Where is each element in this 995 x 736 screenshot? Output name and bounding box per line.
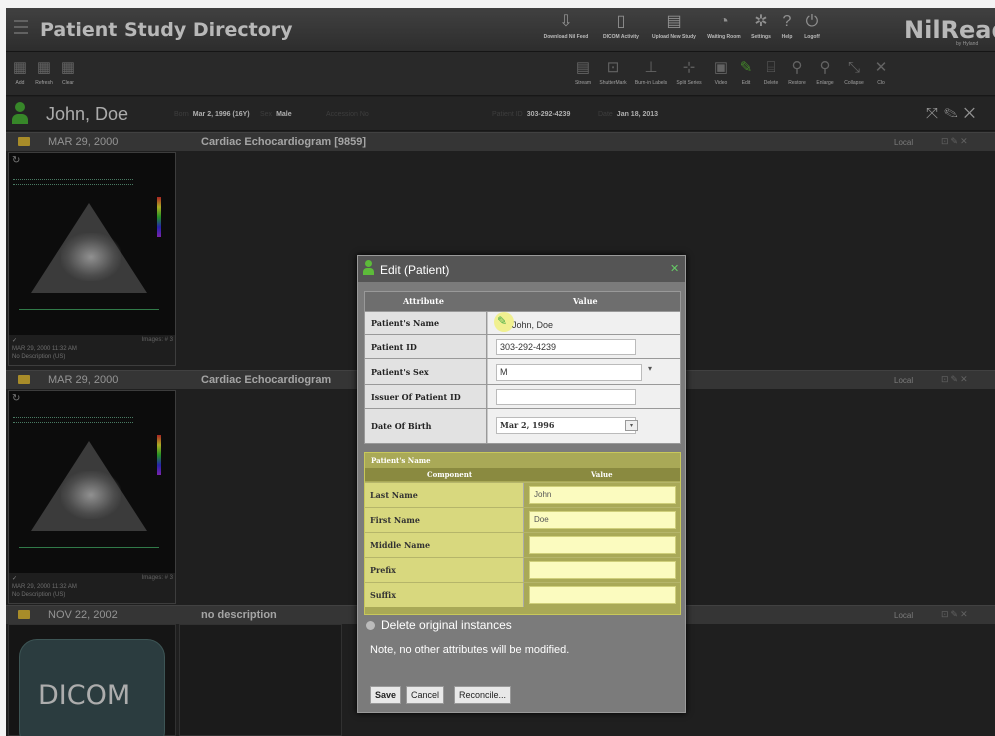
- calendar-dropdown-icon[interactable]: ▾: [625, 420, 638, 431]
- patient-icon: [363, 260, 374, 276]
- attribute-label: Patient's Name: [365, 312, 487, 334]
- attribute-label: Date Of Birth: [365, 409, 487, 443]
- table-row: First Name Doe: [365, 507, 680, 532]
- pencil-icon[interactable]: ✎: [497, 314, 507, 328]
- attribute-table: Attribute Value Patient's Name ✎ John, D…: [364, 291, 681, 444]
- table-row: Patient ID 303-292-4239: [365, 334, 680, 358]
- attribute-label: Patient's Sex: [365, 359, 487, 384]
- table-row: Date Of Birth Mar 2, 1996 ▾: [365, 408, 680, 443]
- cancel-button[interactable]: Cancel: [406, 686, 445, 704]
- delete-original-checkbox[interactable]: [366, 621, 375, 630]
- name-panel-header: Component Value: [365, 468, 680, 481]
- attribute-label: Issuer Of Patient ID: [365, 385, 487, 408]
- table-row: Issuer Of Patient ID: [365, 384, 680, 408]
- app-window: Patient Study Directory ⇩ Download Nil Fe…: [6, 8, 995, 736]
- patient-id-input[interactable]: 303-292-4239: [496, 339, 636, 355]
- suffix-input[interactable]: [529, 586, 676, 604]
- table-row: Prefix: [365, 557, 680, 582]
- attribute-label: Patient ID: [365, 335, 487, 358]
- table-row: Last Name John: [365, 482, 680, 507]
- middle-name-input[interactable]: [529, 536, 676, 554]
- last-name-input[interactable]: John: [529, 486, 676, 504]
- reconcile-button[interactable]: Reconcile...: [454, 686, 512, 704]
- dialog-note: Note, no other attributes will be modifi…: [370, 644, 570, 656]
- edit-patient-dialog: Edit (Patient) ✕ Attribute Value Patient…: [357, 255, 686, 713]
- patient-name-value: John, Doe: [512, 320, 554, 330]
- table-row: Patient's Name ✎ John, Doe: [365, 311, 680, 334]
- dropdown-arrow-icon[interactable]: ▾: [648, 364, 652, 373]
- save-button[interactable]: Save: [370, 686, 402, 704]
- attribute-table-header: Attribute Value: [365, 292, 680, 311]
- dialog-title-bar[interactable]: Edit (Patient) ✕: [358, 256, 685, 282]
- patient-name-panel: Patient's Name Component Value Last Name…: [364, 452, 681, 615]
- table-row: Middle Name: [365, 532, 680, 557]
- first-name-input[interactable]: Doe: [529, 511, 676, 529]
- date-of-birth-picker[interactable]: Mar 2, 1996 ▾: [496, 417, 638, 434]
- name-panel-title: Patient's Name: [371, 456, 431, 465]
- table-row: Suffix: [365, 582, 680, 607]
- dialog-title: Edit (Patient): [380, 263, 450, 277]
- table-row: Patient's Sex M ▾: [365, 358, 680, 384]
- prefix-input[interactable]: [529, 561, 676, 579]
- patient-sex-select[interactable]: M: [496, 364, 642, 381]
- issuer-input[interactable]: [496, 389, 636, 405]
- close-icon[interactable]: ✕: [670, 262, 679, 275]
